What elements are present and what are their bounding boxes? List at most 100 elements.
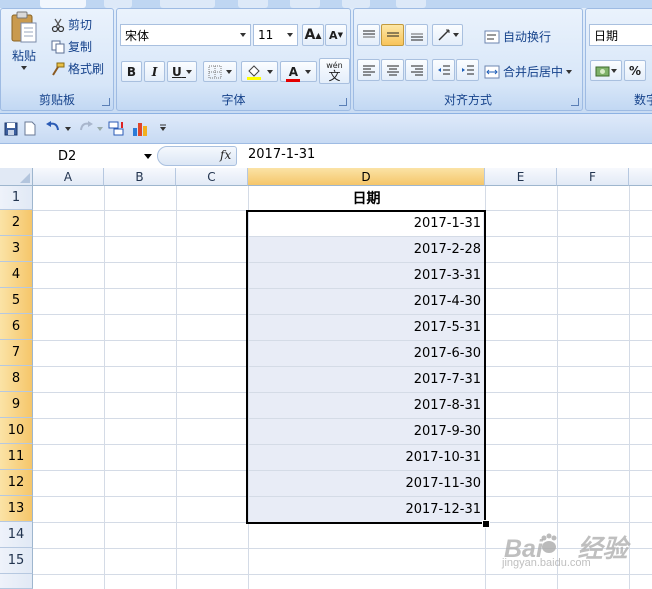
column-header-e[interactable]: E [485, 168, 557, 186]
redo-icon[interactable] [78, 121, 94, 135]
paste-dropdown-arrow[interactable] [21, 66, 27, 70]
name-box-dropdown-arrow[interactable] [144, 154, 152, 159]
cell-d4[interactable]: 2017-3-31 [248, 262, 485, 288]
fill-color-button[interactable] [241, 61, 278, 82]
wrap-text-label: 自动换行 [503, 30, 552, 44]
align-middle-button[interactable] [381, 24, 404, 46]
cell-d11[interactable]: 2017-10-31 [248, 444, 485, 470]
row-header-14[interactable]: 14 [0, 522, 33, 548]
cut-label: 剪切 [68, 18, 93, 32]
tab-home[interactable] [40, 0, 86, 8]
cut-button[interactable]: 剪切 [51, 16, 92, 33]
copy-button[interactable]: 复制 [51, 38, 92, 55]
sort-icon[interactable] [108, 120, 126, 137]
tab-review[interactable] [342, 0, 370, 8]
row-header-16[interactable] [0, 574, 33, 589]
column-header-g[interactable] [629, 168, 652, 186]
row-header-15[interactable]: 15 [0, 548, 33, 574]
align-left-button[interactable] [357, 59, 380, 81]
cell-d1-header[interactable]: 日期 [248, 186, 485, 210]
italic-button[interactable]: I [144, 61, 165, 82]
tab-formulas[interactable] [238, 0, 268, 8]
accounting-format-button[interactable] [590, 60, 622, 81]
align-right-button[interactable] [405, 59, 428, 81]
align-bottom-button[interactable] [405, 24, 428, 46]
row-header-10[interactable]: 10 [0, 418, 33, 444]
cell-d6[interactable]: 2017-5-31 [248, 314, 485, 340]
format-painter-icon [52, 62, 65, 76]
select-all-corner[interactable] [0, 168, 33, 186]
save-icon[interactable] [4, 122, 18, 136]
row-header-1[interactable]: 1 [0, 186, 33, 210]
align-top-button[interactable] [357, 24, 380, 46]
percent-style-button[interactable]: % [624, 60, 646, 81]
name-box-value: D2 [58, 148, 77, 164]
formula-input[interactable]: 2017-1-31 [248, 147, 315, 162]
column-header-c[interactable]: C [176, 168, 248, 186]
cell-d13[interactable]: 2017-12-31 [248, 496, 485, 522]
orientation-button[interactable] [432, 24, 463, 46]
customize-toolbar-icon[interactable] [159, 124, 167, 132]
phonetic-char: 文 [328, 69, 341, 83]
undo-icon[interactable] [45, 121, 61, 135]
borders-button[interactable] [203, 61, 237, 82]
shrink-font-button[interactable]: A ▼ [325, 24, 347, 46]
align-center-icon [386, 65, 399, 76]
cell-d5[interactable]: 2017-4-30 [248, 288, 485, 314]
bold-button[interactable]: B [121, 61, 142, 82]
row-header-3[interactable]: 3 [0, 236, 33, 262]
row-header-2[interactable]: 2 [0, 210, 33, 236]
row-header-4[interactable]: 4 [0, 262, 33, 288]
row-header-11[interactable]: 11 [0, 444, 33, 470]
font-dialog-launcher[interactable] [339, 98, 347, 106]
insert-function-icon[interactable]: fx [220, 148, 231, 162]
alignment-dialog-launcher[interactable] [571, 98, 579, 106]
row-header-5[interactable]: 5 [0, 288, 33, 314]
format-painter-button[interactable]: 格式刷 [51, 60, 104, 77]
row-header-9[interactable]: 9 [0, 392, 33, 418]
column-header-b[interactable]: B [104, 168, 176, 186]
cell-d7[interactable]: 2017-6-30 [248, 340, 485, 366]
increase-indent-button[interactable] [456, 59, 479, 81]
redo-dropdown-arrow[interactable] [97, 127, 103, 131]
wrap-text-button[interactable]: 自动换行 [484, 28, 551, 45]
ribbon-tab-strip [0, 0, 652, 8]
underline-button[interactable]: U [167, 61, 197, 82]
row-header-12[interactable]: 12 [0, 470, 33, 496]
font-size-combo[interactable]: 11 [253, 24, 298, 46]
cell-d12[interactable]: 2017-11-30 [248, 470, 485, 496]
merge-center-button[interactable]: 合并后居中 [484, 63, 573, 80]
alignment-group: 自动换行 合并后居中 对齐方式 [353, 8, 583, 111]
chart-icon[interactable] [132, 119, 150, 137]
column-header-f[interactable]: F [557, 168, 629, 186]
phonetic-guide-button[interactable]: wén 文 [319, 58, 350, 84]
row-header-7[interactable]: 7 [0, 340, 33, 366]
row-header-6[interactable]: 6 [0, 314, 33, 340]
undo-dropdown-arrow[interactable] [65, 127, 71, 131]
cell-d3[interactable]: 2017-2-28 [248, 236, 485, 262]
tab-page-layout[interactable] [160, 0, 215, 8]
font-name-combo[interactable]: 宋体 [120, 24, 251, 46]
font-color-button[interactable]: A [280, 61, 317, 82]
cell-d9[interactable]: 2017-8-31 [248, 392, 485, 418]
column-header-d[interactable]: D [248, 168, 485, 186]
paste-button[interactable]: 粘贴 [9, 11, 39, 70]
cell-d8[interactable]: 2017-7-31 [248, 366, 485, 392]
row-header-8[interactable]: 8 [0, 366, 33, 392]
name-box[interactable]: D2 [0, 144, 155, 168]
number-format-combo[interactable]: 日期 [589, 24, 652, 46]
tab-data[interactable] [290, 0, 320, 8]
cell-d2[interactable]: 2017-1-31 [248, 210, 485, 236]
tab-view[interactable] [396, 0, 426, 8]
tab-insert[interactable] [104, 0, 132, 8]
column-header-a[interactable]: A [33, 168, 104, 186]
decrease-indent-button[interactable] [432, 59, 455, 81]
row-header-13[interactable]: 13 [0, 496, 33, 522]
fill-handle[interactable] [482, 520, 490, 528]
quick-access-toolbar [0, 114, 652, 144]
clipboard-dialog-launcher[interactable] [102, 98, 110, 106]
grow-font-button[interactable]: A ▲ [302, 24, 324, 46]
align-center-button[interactable] [381, 59, 404, 81]
new-document-icon[interactable] [24, 121, 36, 136]
cell-d10[interactable]: 2017-9-30 [248, 418, 485, 444]
